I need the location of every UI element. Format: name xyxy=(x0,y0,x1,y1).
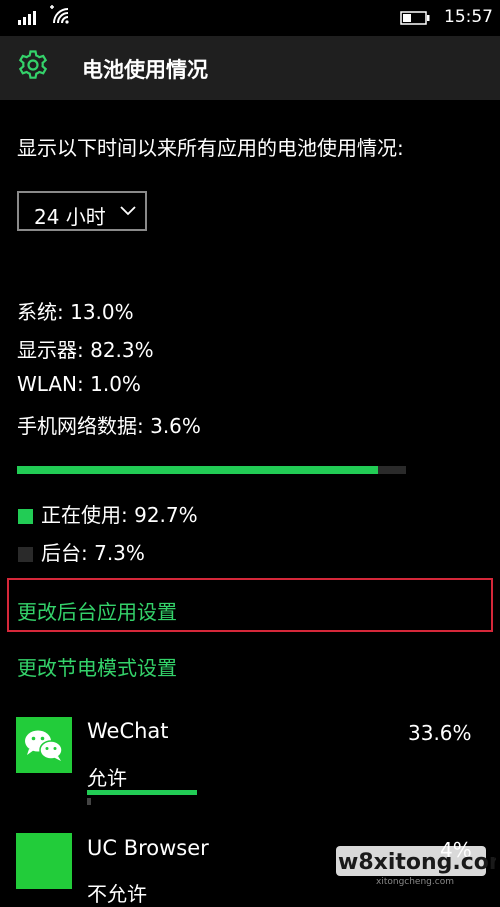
usage-bar-active-fill xyxy=(17,466,378,474)
page-title: 电池使用情况 xyxy=(82,58,208,82)
chevron-down-icon xyxy=(120,206,136,216)
usage-display: 显示器: 82.3% xyxy=(17,338,154,362)
svg-text:w8xitong.com: w8xitong.com xyxy=(338,850,496,875)
usage-wlan: WLAN: 1.0% xyxy=(17,372,141,396)
legend-swatch-active xyxy=(18,509,33,524)
uc-browser-app-icon[interactable] xyxy=(16,833,72,889)
app-name-wechat[interactable]: WeChat xyxy=(87,719,169,743)
app-permission-uc-browser: 不允许 xyxy=(87,882,147,906)
background-apps-settings-link[interactable]: 更改后台应用设置 xyxy=(17,596,177,625)
wechat-app-icon[interactable] xyxy=(16,717,72,773)
status-clock: 15:57 xyxy=(444,7,493,27)
watermark-logo: w8xitong.com xitongcheng.com xyxy=(336,846,496,886)
legend-background: 后台: 7.3% xyxy=(41,541,145,565)
usage-bar xyxy=(17,466,406,474)
app-usage-bar-wechat xyxy=(87,790,197,795)
time-range-dropdown[interactable]: 24 小时 xyxy=(17,191,147,231)
app-name-uc-browser[interactable]: UC Browser xyxy=(87,836,209,860)
usage-system: 系统: 13.0% xyxy=(17,300,134,324)
time-range-selected: 24 小时 xyxy=(34,205,106,229)
legend-swatch-background xyxy=(18,547,33,562)
app-usage-marker-wechat xyxy=(87,798,91,805)
page-header: 电池使用情况 xyxy=(0,36,500,100)
gear-icon xyxy=(18,50,48,79)
battery-icon xyxy=(400,11,430,25)
wechat-icon xyxy=(25,730,63,761)
app-percent-wechat: 33.6% xyxy=(408,721,472,745)
usage-cellular-data: 手机网络数据: 3.6% xyxy=(17,414,201,438)
battery-saver-settings-link[interactable]: 更改节电模式设置 xyxy=(17,652,177,681)
status-bar: 15:57 xyxy=(0,0,500,36)
wifi-icon xyxy=(50,5,69,24)
legend-active: 正在使用: 92.7% xyxy=(41,503,198,527)
svg-text:xitongcheng.com: xitongcheng.com xyxy=(376,877,454,886)
time-range-description: 显示以下时间以来所有应用的电池使用情况: xyxy=(17,136,404,160)
app-permission-wechat: 允许 xyxy=(87,766,127,790)
signal-strength-icon xyxy=(18,11,36,25)
